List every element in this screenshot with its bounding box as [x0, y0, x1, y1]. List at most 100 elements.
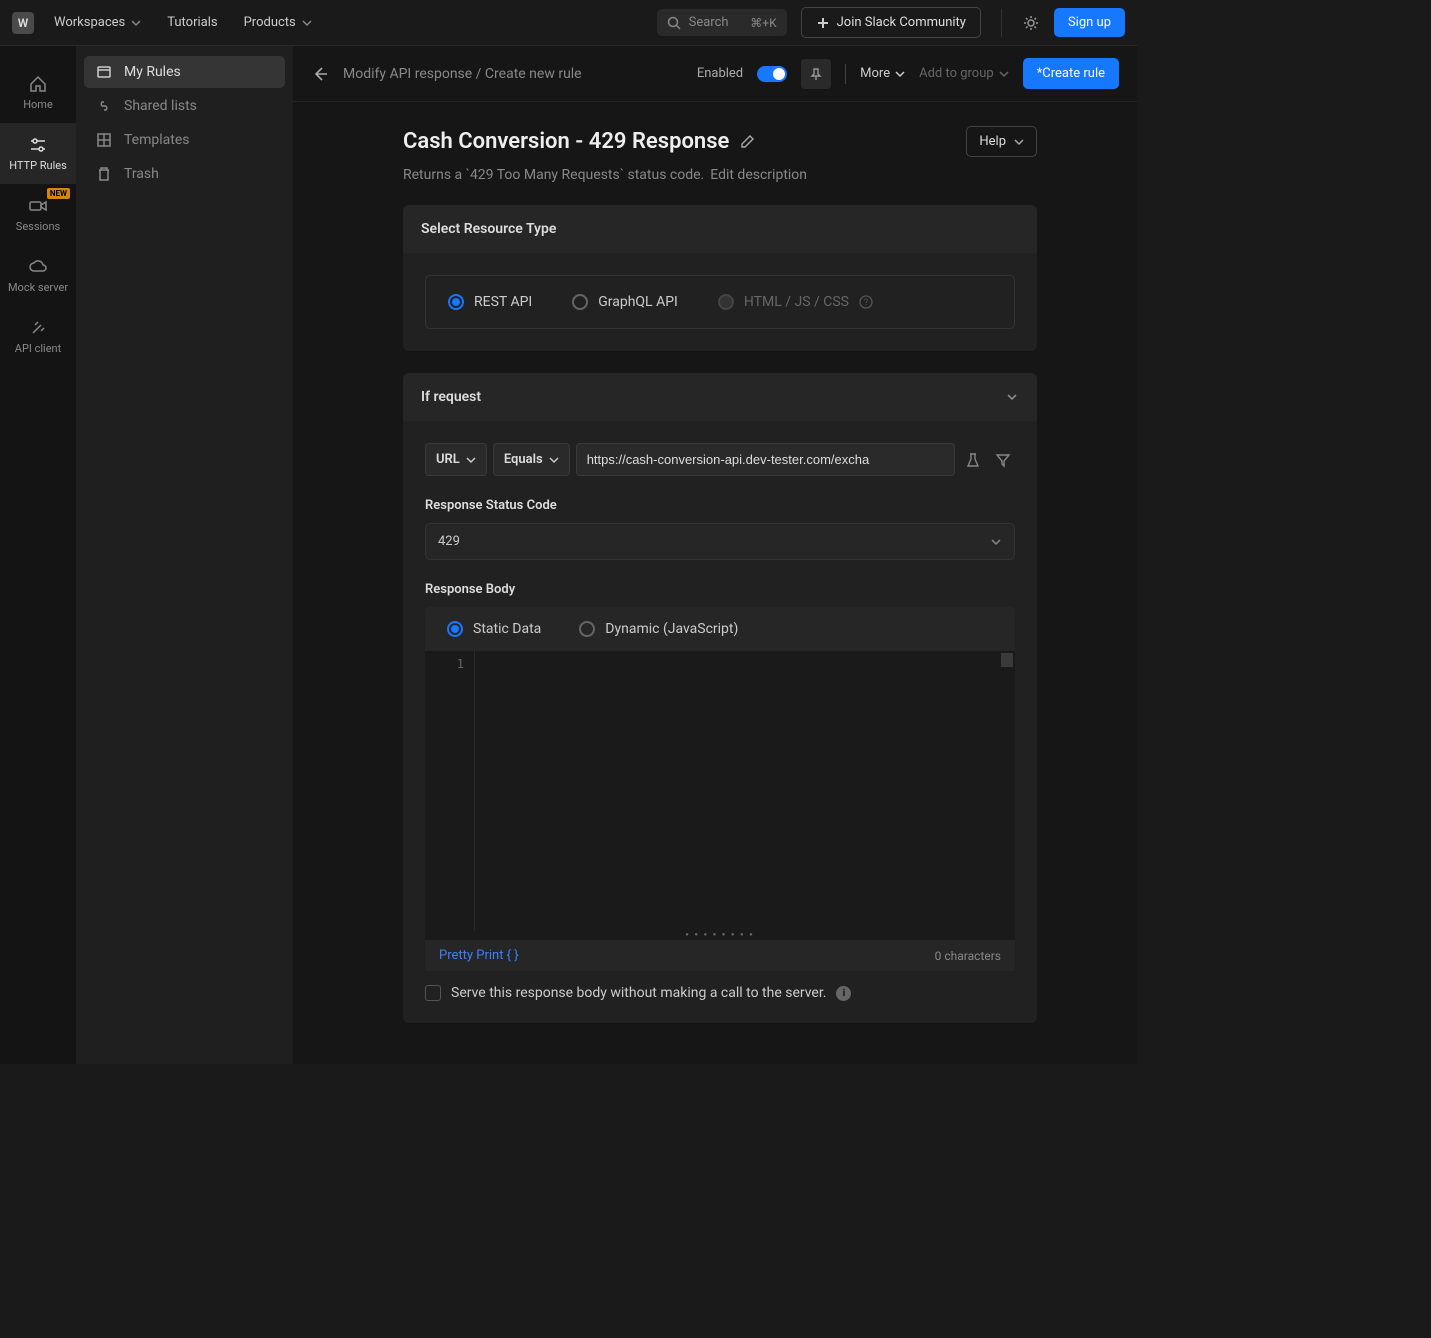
description-row: Returns a `429 Too Many Requests` status… [403, 167, 1037, 183]
pretty-print-button[interactable]: Pretty Print { } [439, 948, 519, 963]
link-icon [96, 98, 112, 114]
body-static-data[interactable]: Static Data [447, 621, 541, 637]
serve-checkbox[interactable] [425, 985, 441, 1001]
chevron-down-icon [999, 69, 1009, 79]
question-icon: ? [859, 295, 873, 309]
workspaces-label: Workspaces [54, 15, 125, 30]
operator-dropdown[interactable]: Equals [493, 443, 570, 476]
collapse-button[interactable] [1005, 390, 1019, 404]
edit-description-link[interactable]: Edit description [710, 167, 807, 183]
sidebar-templates[interactable]: Templates [84, 124, 285, 156]
home-icon [28, 74, 48, 94]
separator [845, 64, 846, 84]
chevron-down-icon [1005, 390, 1019, 404]
nav-home[interactable]: Home [0, 62, 76, 123]
status-code-value: 429 [438, 534, 460, 549]
chevron-down-icon [990, 536, 1002, 548]
resource-rest-api[interactable]: REST API [448, 294, 532, 310]
nav-mock-server[interactable]: Mock server [0, 245, 76, 306]
new-badge: NEW [47, 188, 70, 199]
radio-icon [718, 294, 734, 310]
settings-button[interactable] [1022, 14, 1040, 32]
nav-http-rules[interactable]: HTTP Rules [0, 123, 76, 184]
add-to-group-label: Add to group [919, 66, 994, 81]
sidebar-templates-label: Templates [124, 132, 190, 148]
status-code-select[interactable]: 429 [425, 523, 1015, 560]
join-slack-label: Join Slack Community [837, 15, 966, 30]
flask-icon [965, 452, 981, 468]
resource-graphql[interactable]: GraphQL API [572, 294, 678, 310]
sidebar: My Rules Shared lists Templates Trash [76, 46, 293, 1064]
add-to-group-menu[interactable]: Add to group [919, 66, 1009, 81]
cloud-icon [28, 257, 48, 277]
workspaces-menu[interactable]: Workspaces [48, 11, 147, 34]
filter-button[interactable] [991, 448, 1015, 472]
products-label: Products [244, 15, 296, 30]
nav-http-rules-label: HTTP Rules [9, 159, 67, 172]
sidebar-my-rules[interactable]: My Rules [84, 56, 285, 88]
nav-home-label: Home [23, 98, 53, 111]
more-label: More [860, 66, 890, 81]
if-request-panel: If request URL Equals [403, 373, 1037, 1023]
radio-icon [579, 621, 595, 637]
radio-icon [448, 294, 464, 310]
chevron-down-icon [466, 455, 476, 465]
nav-api-client[interactable]: API client [0, 306, 76, 367]
url-dd-label: URL [436, 452, 460, 467]
resize-handle[interactable]: ● ● ● ● ● ● ● ● [425, 931, 1015, 940]
create-rule-button[interactable]: *Create rule [1023, 58, 1119, 89]
signup-button[interactable]: Sign up [1054, 8, 1125, 37]
enabled-toggle[interactable] [757, 66, 787, 82]
nav-mock-server-label: Mock server [8, 281, 68, 294]
pin-button[interactable] [801, 59, 831, 89]
resource-html: HTML / JS / CSS ? [718, 294, 873, 310]
workspace-badge[interactable]: W [12, 12, 34, 34]
join-slack-button[interactable]: Join Slack Community [801, 7, 981, 38]
radio-icon [447, 621, 463, 637]
info-icon[interactable]: i [836, 986, 851, 1001]
url-field-dropdown[interactable]: URL [425, 443, 487, 476]
code-editor[interactable]: 1 [425, 651, 1015, 931]
pin-icon [809, 67, 823, 81]
char-count: 0 characters [935, 949, 1001, 963]
nav-sessions[interactable]: NEW Sessions [0, 184, 76, 245]
serve-label: Serve this response body without making … [451, 985, 826, 1001]
body-static-label: Static Data [473, 621, 541, 637]
test-button[interactable] [961, 448, 985, 472]
resource-type-panel: Select Resource Type REST API GraphQL AP… [403, 205, 1037, 351]
chevron-down-icon [302, 18, 312, 28]
products-menu[interactable]: Products [238, 11, 318, 34]
back-button[interactable] [311, 65, 329, 83]
body-type-tabs: Static Data Dynamic (JavaScript) [425, 607, 1015, 651]
trash-icon [96, 166, 112, 182]
arrow-left-icon [311, 65, 329, 83]
nav-sessions-label: Sessions [16, 220, 60, 233]
operator-label: Equals [504, 452, 543, 467]
code-gutter: 1 [425, 651, 475, 931]
chevron-down-icon [1014, 137, 1024, 147]
more-menu[interactable]: More [860, 66, 905, 81]
response-body-label: Response Body [425, 582, 1015, 597]
search-input[interactable]: Search ⌘+K [657, 9, 787, 36]
chevron-down-icon [549, 455, 559, 465]
if-request-label: If request [421, 389, 481, 405]
scrollbar-thumb[interactable] [1001, 653, 1013, 667]
line-number: 1 [435, 657, 464, 671]
tutorials-link[interactable]: Tutorials [161, 11, 223, 34]
help-button[interactable]: Help [966, 126, 1037, 157]
sidebar-trash[interactable]: Trash [84, 158, 285, 190]
sidebar-shared-lists[interactable]: Shared lists [84, 90, 285, 122]
nav-api-client-label: API client [15, 342, 61, 355]
grid-icon [96, 132, 112, 148]
chevron-down-icon [895, 69, 905, 79]
resource-rest-label: REST API [474, 294, 532, 310]
help-label: Help [979, 134, 1006, 149]
body-dynamic[interactable]: Dynamic (JavaScript) [579, 621, 738, 637]
url-input[interactable] [576, 443, 955, 476]
resource-options: REST API GraphQL API HTML / JS / CSS ? [425, 275, 1015, 329]
edit-icon[interactable] [739, 134, 755, 150]
svg-text:?: ? [864, 298, 868, 308]
content: Cash Conversion - 429 Response Help Retu… [293, 102, 1137, 1047]
rule-description: Returns a `429 Too Many Requests` status… [403, 167, 704, 183]
code-content[interactable] [475, 651, 1015, 931]
